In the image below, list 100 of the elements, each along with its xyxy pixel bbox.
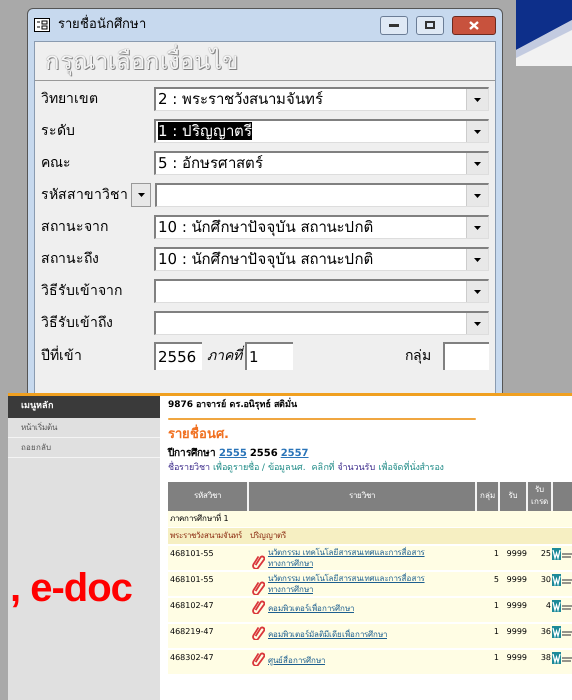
corner-graphic-drawing [516,0,572,66]
dropdown-arrow-icon [474,194,481,198]
dropdown-button[interactable] [466,121,488,142]
sidebar-header: เมนูหลัก [8,396,160,418]
document-icon[interactable] [552,652,572,666]
table-cell: 1 [476,622,499,648]
overlay-caption: , e-doc [10,568,132,608]
table-cell: 9999 [499,622,527,648]
field-label: ปีที่เข้า [41,346,83,366]
combo-box[interactable] [154,311,489,335]
document-icon[interactable] [552,626,572,640]
field-label: กลุ่ม [405,346,431,366]
paperclip-icon [252,580,265,594]
form-icon [34,18,50,32]
combo-box[interactable] [155,183,489,207]
combo-value: 5 : อักษรศาสตร์ [158,154,264,172]
dropdown-button[interactable] [466,281,488,302]
field-label: ระดับ [41,122,76,140]
column-header: รายวิชา [248,482,476,510]
page-title: รายชื่อนศ. [168,424,229,444]
combo-box[interactable]: 10 : นักศึกษาปัจจุบัน สถานะปกติ [154,215,489,239]
combo-box[interactable] [154,279,489,303]
combo-box[interactable]: 2 : พระราชวังสนามจันทร์ [154,87,489,111]
table-cell: 30 [527,570,552,596]
table-cell: 9999 [499,544,527,570]
table-cell: 5 [476,570,499,596]
column-header: รับ [499,482,527,510]
table-cell: 468102-47 [168,596,248,622]
hint-text: ชื่อรายวิชา [168,462,210,476]
table-cell: 38 [527,648,552,674]
table-cell: 25 [527,544,552,570]
dropdown-arrow-icon [474,162,481,166]
table-cell: 468302-47 [168,648,248,674]
table-cell: 468101-55 [168,570,248,596]
level-cell: ปริญญาตรี [248,527,572,544]
dropdown-button[interactable] [466,153,488,174]
combo-value: 1 : ปริญญาตรี [158,122,252,140]
term-field[interactable]: 1 [245,342,293,370]
close-button[interactable] [452,16,496,34]
table-cell: 1 [476,596,499,622]
column-header: กลุ่ม [476,482,499,510]
document-icon[interactable] [552,574,572,588]
column-header: รับเกรด [527,482,552,510]
table-cell: 468101-55 [168,544,248,570]
year-field[interactable]: 2556 [154,342,202,370]
paperclip-icon [252,650,265,666]
year-link[interactable]: 2557 [280,446,309,461]
combo-box[interactable]: 5 : อักษรศาสตร์ [154,151,489,175]
table-cell: 9999 [499,648,527,674]
year-link[interactable]: 2555 [219,446,247,461]
document-icon[interactable] [552,600,572,614]
year-label: ปีการศึกษา [168,446,216,460]
table-cell: 1 [476,648,499,674]
combo-box[interactable]: 1 : ปริญญาตรี [154,119,489,143]
combo-box[interactable]: 10 : นักศึกษาปัจจุบัน สถานะปกติ [154,247,489,271]
sidebar-item[interactable]: ถอยกลับ [8,438,160,458]
hint-text: เพื่อดูรายชื่อ / ข้อมูลนศ. คลิกที่ [213,462,334,476]
dropdown-arrow-icon [474,130,481,134]
combo-value: 10 : นักศึกษาปัจจุบัน สถานะปกติ [158,250,374,268]
combo-value: 10 : นักศึกษาปัจจุบัน สถานะปกติ [158,218,374,236]
dropdown-button[interactable] [466,185,488,206]
table-cell: 36 [527,622,552,648]
hint-text: เพื่อจัดที่นั่งสำรอง [378,462,444,476]
field-label: วิธีรับเข้าจาก [41,282,123,300]
dropdown-button[interactable] [131,183,151,207]
table-cell: 4 [527,596,552,622]
dropdown-arrow-icon [474,290,481,294]
field-label: สถานะจาก [41,218,109,236]
field-label: วิทยาเขต [41,90,99,108]
sidebar-item[interactable]: หน้าเริ่มต้น [8,418,160,438]
field-label: คณะ [41,154,72,172]
document-icon[interactable] [552,548,572,562]
field-label: รหัสสาขาวิชา [41,186,128,204]
dropdown-button[interactable] [466,89,488,110]
dialog-heading: กรุณาเลือกเงื่อนไข [45,43,238,79]
dropdown-arrow-icon [474,98,481,102]
course-link[interactable]: นวัตกรรม เทคโนโลยีสารสนเทศและการสื่อสารทางการศึกษา [268,572,448,594]
maximize-button[interactable] [416,16,444,34]
user-name: 9876 อาจารย์ ดร.อนิรุทธ์ สติมั่น [168,399,297,412]
course-link[interactable]: คอมพิวเตอร์มัลติมีเดียเพื่อการศึกษา [268,628,387,640]
dropdown-button[interactable] [466,313,488,334]
course-link[interactable]: นวัตกรรม เทคโนโลยีสารสนเทศและการสื่อสารทางการศึกษา [268,546,448,568]
group-field[interactable] [443,342,489,370]
combo-value: 2 : พระราชวังสนามจันทร์ [158,90,324,108]
dropdown-arrow-icon [474,322,481,326]
window-title: รายชื่อนักศึกษา [58,15,372,35]
course-link[interactable]: คอมพิวเตอร์เพื่อการศึกษา [268,602,354,614]
minimize-button[interactable] [380,16,408,34]
dropdown-button[interactable] [466,217,488,238]
hint-text: จำนวนรับ [337,462,376,475]
campus-cell: พระราชวังสนามจันทร์ [168,527,248,544]
field-label: วิธีรับเข้าถึง [41,314,114,332]
table-cell: 468219-47 [168,622,248,648]
year-text: 2556 [250,447,278,460]
dropdown-button[interactable] [466,249,488,270]
dropdown-arrow-icon [474,226,481,230]
table-cell: 9999 [499,596,527,622]
paperclip-icon [252,598,265,614]
dropdown-arrow-icon [138,193,144,197]
course-link[interactable]: ศูนย์สื่อการศึกษา [268,654,325,666]
